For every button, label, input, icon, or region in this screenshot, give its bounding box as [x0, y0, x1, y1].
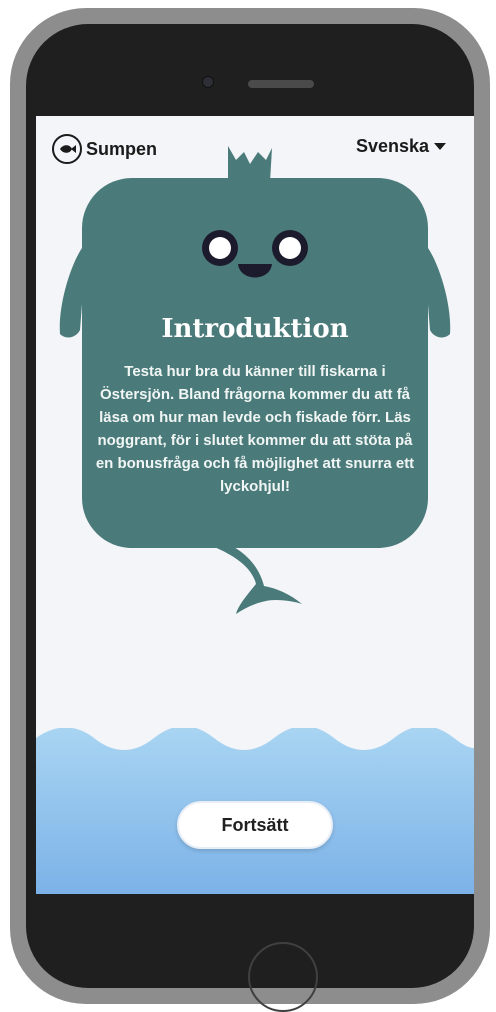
language-label: Svenska [355, 136, 429, 156]
speaker-grille [248, 80, 314, 88]
app-screen: Sumpen Svenska Introduktion Testa hur br… [36, 116, 474, 894]
app-name: Sumpen [86, 138, 158, 159]
top-bar: Sumpen Svenska [36, 116, 474, 176]
camera-icon [202, 76, 214, 88]
caret-down-icon [434, 143, 446, 150]
language-selector[interactable]: Svenska [356, 136, 446, 157]
intro-body: Testa hur bra du känner till fiskarna i … [95, 363, 415, 495]
app-logo[interactable]: Sumpen [52, 134, 157, 164]
mascot-tail [212, 546, 302, 614]
intro-title: Introduktion [161, 314, 349, 344]
home-button[interactable] [248, 942, 318, 1012]
fish-icon [52, 134, 82, 164]
continue-button[interactable]: Fortsätt [177, 801, 333, 849]
